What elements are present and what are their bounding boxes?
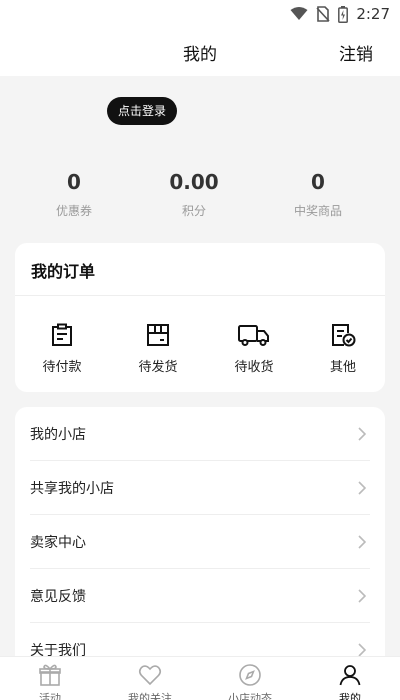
nav-tab-me[interactable]: 我的 [300,663,400,700]
order-label: 待发货 [138,360,178,375]
nav-tab-activities[interactable]: 活动 [0,663,100,700]
stat-label: 中奖商品 [293,204,342,218]
stat-label: 优惠券 [55,204,92,218]
order-pending-payment[interactable]: 待付款 [22,323,102,375]
order-other[interactable]: 其他 [303,323,383,375]
chevron-right-icon [358,427,366,441]
no-sim-icon [316,6,330,22]
clipboard-icon [52,323,72,346]
chevron-right-icon [358,535,366,549]
stat-label: 积分 [181,204,206,218]
user-icon [339,665,361,686]
bottom-nav: 活动 我的关注 小店动态 我的 [0,656,400,700]
nav-label: 我的关注 [128,692,172,700]
status-time: 2:27 [356,5,390,23]
login-button[interactable]: 点击登录 [107,97,177,125]
status-icons: 2:27 [290,4,390,24]
chevron-right-icon [358,589,366,603]
stat-value: 0 [67,170,81,194]
menu-item-label: 共享我的小店 [30,481,114,497]
menu-item-my-shop[interactable]: 我的小店 [30,407,370,461]
orders-title: 我的订单 [31,262,96,281]
menu-item-share-shop[interactable]: 共享我的小店 [30,461,370,515]
stat-value: 0 [311,170,325,194]
order-label: 待付款 [42,360,82,375]
menu-item-label: 卖家中心 [30,535,86,551]
compass-icon [239,664,261,686]
status-bar: 2:27 [0,0,400,28]
order-pending-shipment[interactable]: 待发货 [118,323,198,375]
chevron-right-icon [358,643,366,657]
header: 我的 注销 [0,28,400,76]
wifi-icon [290,7,308,20]
nav-label: 活动 [39,692,61,700]
truck-icon [238,325,269,346]
nav-tab-shop-feed[interactable]: 小店动态 [200,663,300,700]
orders-card: 我的订单 待付款 待发货 待收货 其他 [15,243,385,392]
logout-button[interactable]: 注销 [339,40,373,65]
order-label: 其他 [329,360,356,375]
heart-icon [138,665,162,686]
order-pending-receipt[interactable]: 待收货 [214,323,294,375]
stat-points[interactable]: 0.00 积分 [154,170,234,219]
battery-charging-icon [338,5,349,23]
stat-prizes[interactable]: 0 中奖商品 [278,170,358,219]
order-label: 待收货 [234,360,274,375]
stat-coupons[interactable]: 0 优惠券 [34,170,114,219]
gift-icon [39,664,61,686]
menu-item-label: 我的小店 [30,427,86,443]
nav-tab-following[interactable]: 我的关注 [100,663,200,700]
stat-value: 0.00 [169,170,219,194]
chevron-right-icon [358,481,366,495]
menu-item-label: 意见反馈 [30,589,86,605]
nav-label: 我的 [339,692,361,700]
menu-item-feedback[interactable]: 意见反馈 [30,569,370,623]
nav-label: 小店动态 [228,692,272,700]
package-icon [147,324,169,346]
menu-item-seller-center[interactable]: 卖家中心 [30,515,370,569]
divider [15,295,385,296]
checked-doc-icon [332,324,356,347]
